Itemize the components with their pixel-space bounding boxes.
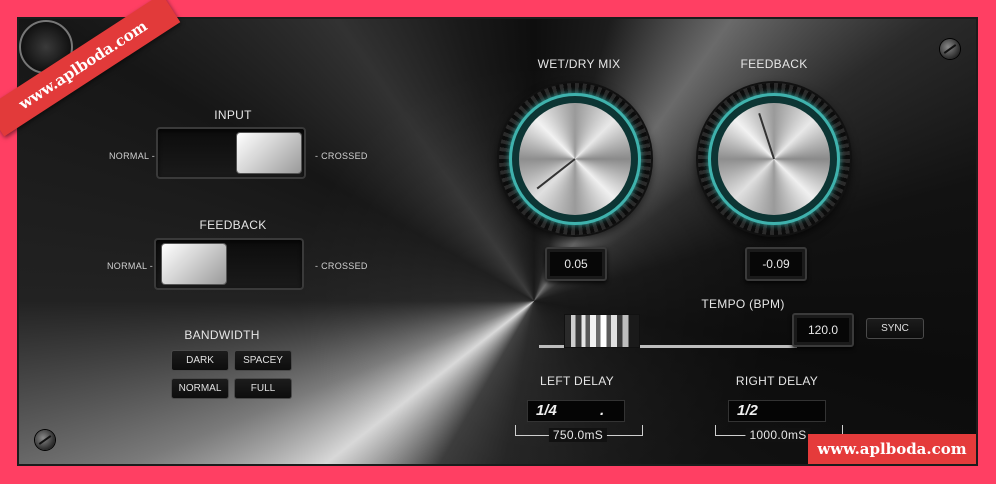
tempo-label: TEMPO (BPM) bbox=[701, 297, 785, 311]
feedback-knob-face bbox=[718, 103, 830, 215]
right-delay-label: RIGHT DELAY bbox=[735, 374, 819, 388]
feedback-switch-title: FEEDBACK bbox=[199, 218, 267, 232]
wet-dry-knob-ring bbox=[509, 93, 641, 225]
left-delay-display[interactable]: 1/4 . bbox=[527, 400, 625, 422]
tempo-value: 120.0 bbox=[797, 318, 849, 342]
tempo-slider-thumb[interactable] bbox=[564, 314, 640, 348]
feedback-knob-ring bbox=[708, 93, 840, 225]
plugin-panel: INPUT NORMAL - - CROSSED FEEDBACK NORMAL… bbox=[17, 17, 978, 466]
feedback-pointer bbox=[758, 113, 775, 160]
input-normal-label: NORMAL - bbox=[109, 151, 156, 161]
screw-top-right bbox=[940, 39, 960, 59]
feedback-knob-label: FEEDBACK bbox=[740, 57, 808, 71]
wet-dry-knob[interactable] bbox=[499, 83, 651, 235]
wet-dry-value: 0.05 bbox=[550, 252, 602, 276]
wet-dry-knob-face bbox=[519, 103, 631, 215]
feedback-toggle[interactable] bbox=[154, 238, 304, 290]
bandwidth-full-button[interactable]: FULL bbox=[234, 378, 292, 399]
input-toggle-knob[interactable] bbox=[237, 133, 301, 173]
bandwidth-dark-button[interactable]: DARK bbox=[171, 350, 229, 371]
feedback-value-box[interactable]: -0.09 bbox=[745, 247, 807, 281]
left-delay-ms: 750.0mS bbox=[548, 428, 608, 442]
feedback-crossed-label: - CROSSED bbox=[315, 261, 368, 271]
wet-dry-pointer bbox=[536, 158, 576, 190]
feedback-value: -0.09 bbox=[750, 252, 802, 276]
bandwidth-spacey-button[interactable]: SPACEY bbox=[234, 350, 292, 371]
sync-button[interactable]: SYNC bbox=[866, 318, 924, 339]
input-title: INPUT bbox=[214, 108, 252, 122]
left-delay-label: LEFT DELAY bbox=[540, 374, 614, 388]
input-toggle[interactable] bbox=[156, 127, 306, 179]
bandwidth-title: BANDWIDTH bbox=[184, 328, 260, 342]
tempo-value-box[interactable]: 120.0 bbox=[792, 313, 854, 347]
wet-dry-value-box[interactable]: 0.05 bbox=[545, 247, 607, 281]
feedback-toggle-knob[interactable] bbox=[162, 244, 226, 284]
right-delay-ms: 1000.0mS bbox=[745, 428, 811, 442]
right-delay-note: 1/2 bbox=[737, 402, 758, 419]
screw-bottom-left bbox=[35, 430, 55, 450]
left-delay-modifier: . bbox=[600, 402, 605, 419]
feedback-normal-label: NORMAL - bbox=[107, 261, 154, 271]
bandwidth-normal-button[interactable]: NORMAL bbox=[171, 378, 229, 399]
right-delay-display[interactable]: 1/2 bbox=[728, 400, 826, 422]
bottom-watermark: www.aplboda.com bbox=[808, 434, 976, 464]
input-crossed-label: - CROSSED bbox=[315, 151, 368, 161]
wet-dry-label: WET/DRY MIX bbox=[537, 57, 621, 71]
feedback-knob[interactable] bbox=[698, 83, 850, 235]
left-delay-note: 1/4 bbox=[536, 402, 557, 419]
